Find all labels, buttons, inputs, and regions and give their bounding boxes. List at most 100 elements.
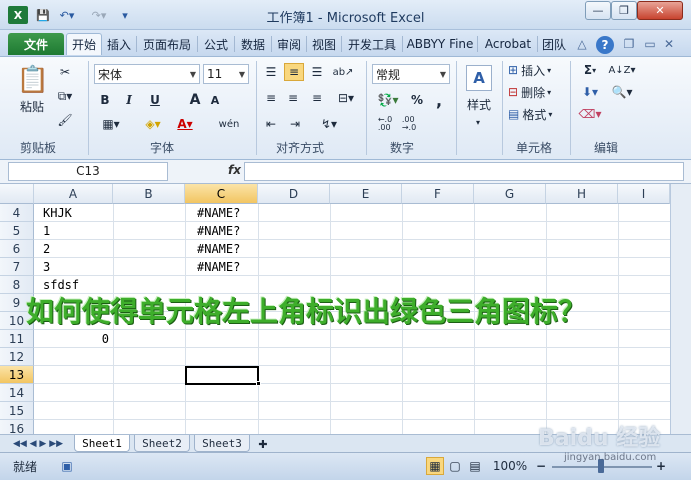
cell-c4[interactable]: #NAME? — [197, 204, 240, 222]
column-header-i[interactable]: I — [618, 184, 670, 204]
autosum-button[interactable]: Σ ▾ — [578, 61, 602, 79]
increase-indent-icon[interactable]: ⇥ — [286, 115, 304, 133]
cell-a4[interactable]: KHJK — [43, 204, 72, 222]
tab-view[interactable]: 视图 — [309, 33, 339, 55]
align-middle-icon[interactable]: ≡ — [284, 63, 304, 81]
column-header-c[interactable]: C — [185, 184, 258, 204]
decrease-decimal-button[interactable]: .00 →.0 — [398, 115, 420, 133]
row-header-15[interactable]: 15 — [0, 402, 34, 420]
insert-function-icon[interactable]: fx — [228, 163, 241, 177]
font-name-select[interactable]: 宋体 ▼ — [94, 64, 200, 84]
tab-home[interactable]: 开始 — [66, 33, 102, 55]
sheet-nav-arrows-icon[interactable]: ◀◀ ◀ ▶ ▶▶ — [10, 435, 66, 453]
minimize-button[interactable]: — — [585, 1, 611, 20]
shrink-font-button[interactable]: A — [206, 91, 224, 109]
cut-icon[interactable]: ✂ — [54, 63, 76, 81]
row-header-11[interactable]: 11 — [0, 330, 34, 348]
styles-button-label[interactable]: 样式 — [460, 95, 498, 113]
fill-icon[interactable]: ⬇▾ — [578, 83, 602, 101]
tab-file[interactable]: 文件 — [8, 33, 64, 55]
clear-icon[interactable]: ⌫▾ — [578, 105, 602, 123]
tab-formulas[interactable]: 公式 — [200, 33, 232, 55]
tab-abbyy[interactable]: ABBYY Fine — [404, 33, 476, 55]
decrease-indent-icon[interactable]: ⇤ — [262, 115, 280, 133]
minimize-ribbon-icon[interactable]: △ — [574, 33, 590, 55]
tab-data[interactable]: 数据 — [237, 33, 269, 55]
paste-button-label[interactable]: 粘贴 — [14, 97, 50, 115]
delete-cells-button[interactable]: ⊟ 删除 ▾ — [508, 83, 560, 101]
workbook-minimize-icon[interactable]: ▭ — [642, 33, 658, 55]
styles-icon[interactable]: A — [466, 65, 492, 91]
fill-color-icon[interactable]: ◈▾ — [142, 115, 164, 133]
zoom-out-button[interactable]: − — [534, 457, 548, 475]
row-header-14[interactable]: 14 — [0, 384, 34, 402]
align-bottom-icon[interactable]: ☰ — [308, 63, 326, 81]
column-header-h[interactable]: H — [546, 184, 618, 204]
tab-review[interactable]: 审阅 — [274, 33, 304, 55]
column-header-e[interactable]: E — [330, 184, 402, 204]
name-box[interactable]: C13 — [8, 162, 168, 181]
orientation-icon[interactable]: ab↗ — [333, 63, 354, 81]
column-header-g[interactable]: G — [474, 184, 546, 204]
borders-icon[interactable]: ▦▾ — [96, 115, 126, 133]
sort-filter-icon[interactable]: A↓Z▾ — [608, 61, 636, 79]
cell-a6[interactable]: 2 — [43, 240, 50, 258]
help-icon[interactable]: ? — [596, 36, 614, 54]
font-size-select[interactable]: 11 ▼ — [203, 64, 249, 84]
column-header-d[interactable]: D — [258, 184, 330, 204]
insert-cells-button[interactable]: ⊞ 插入 ▾ — [508, 61, 560, 79]
restore-button[interactable]: ❐ — [611, 1, 637, 20]
cell-a7[interactable]: 3 — [43, 258, 50, 276]
cell-c5[interactable]: #NAME? — [197, 222, 240, 240]
column-header-a[interactable]: A — [34, 184, 113, 204]
tab-acrobat[interactable]: Acrobat — [480, 33, 536, 55]
row-header-4[interactable]: 4 — [0, 204, 34, 222]
row-header-13[interactable]: 13 — [0, 366, 34, 384]
insert-sheet-icon[interactable]: ✚ — [254, 435, 272, 453]
bold-button[interactable]: B — [96, 91, 114, 109]
format-painter-icon[interactable]: 🖌 — [54, 111, 76, 129]
page-break-view-icon[interactable]: ▤ — [466, 457, 484, 475]
find-select-icon[interactable]: 🔍▾ — [608, 83, 636, 101]
sheet-tab-sheet2[interactable]: Sheet2 — [134, 435, 190, 452]
grow-font-button[interactable]: A — [186, 91, 204, 109]
row-header-12[interactable]: 12 — [0, 348, 34, 366]
row-header-16[interactable]: 16 — [0, 420, 34, 434]
macro-record-icon[interactable]: ▣ — [58, 457, 76, 475]
align-center-icon[interactable]: ≡ — [284, 89, 302, 107]
tab-insert[interactable]: 插入 — [104, 33, 134, 55]
paste-icon[interactable]: 📋 — [17, 63, 49, 97]
merge-center-icon[interactable]: ⊟▾ — [334, 89, 358, 107]
align-right-icon[interactable]: ≡ — [308, 89, 326, 107]
tab-developer[interactable]: 开发工具 — [344, 33, 400, 55]
increase-decimal-button[interactable]: ←.0.00 — [374, 115, 396, 133]
copy-icon[interactable]: ⧉▾ — [54, 87, 76, 105]
close-button[interactable]: ✕ — [637, 1, 683, 20]
sheet-tab-sheet3[interactable]: Sheet3 — [194, 435, 250, 452]
column-header-b[interactable]: B — [113, 184, 185, 204]
underline-button[interactable]: U — [143, 91, 167, 109]
align-top-icon[interactable]: ☰ — [262, 63, 280, 81]
select-all-corner[interactable] — [0, 184, 34, 204]
active-cell-selection[interactable] — [185, 366, 259, 385]
workbook-restore-icon[interactable]: ❐ — [620, 33, 638, 55]
format-cells-button[interactable]: ▤ 格式 ▾ — [508, 105, 560, 123]
row-header-6[interactable]: 6 — [0, 240, 34, 258]
cell-c6[interactable]: #NAME? — [197, 240, 240, 258]
wrap-text-icon[interactable]: ↯▾ — [316, 115, 342, 133]
fill-handle[interactable] — [256, 381, 261, 386]
tab-team[interactable]: 团队 — [540, 33, 568, 55]
zoom-level[interactable]: 100% — [490, 457, 530, 475]
currency-icon[interactable]: 💱▾ — [374, 91, 402, 109]
cell-a5[interactable]: 1 — [43, 222, 50, 240]
normal-view-icon[interactable]: ▦ — [426, 457, 444, 475]
font-color-icon[interactable]: A▾ — [172, 115, 198, 133]
phonetic-icon[interactable]: wén — [214, 115, 244, 133]
sheet-tab-sheet1[interactable]: Sheet1 — [74, 435, 130, 452]
italic-button[interactable]: I — [120, 91, 138, 109]
row-header-7[interactable]: 7 — [0, 258, 34, 276]
align-left-icon[interactable]: ≡ — [262, 89, 280, 107]
workbook-close-icon[interactable]: ✕ — [660, 33, 678, 55]
comma-button[interactable]: , — [432, 91, 446, 110]
row-header-5[interactable]: 5 — [0, 222, 34, 240]
